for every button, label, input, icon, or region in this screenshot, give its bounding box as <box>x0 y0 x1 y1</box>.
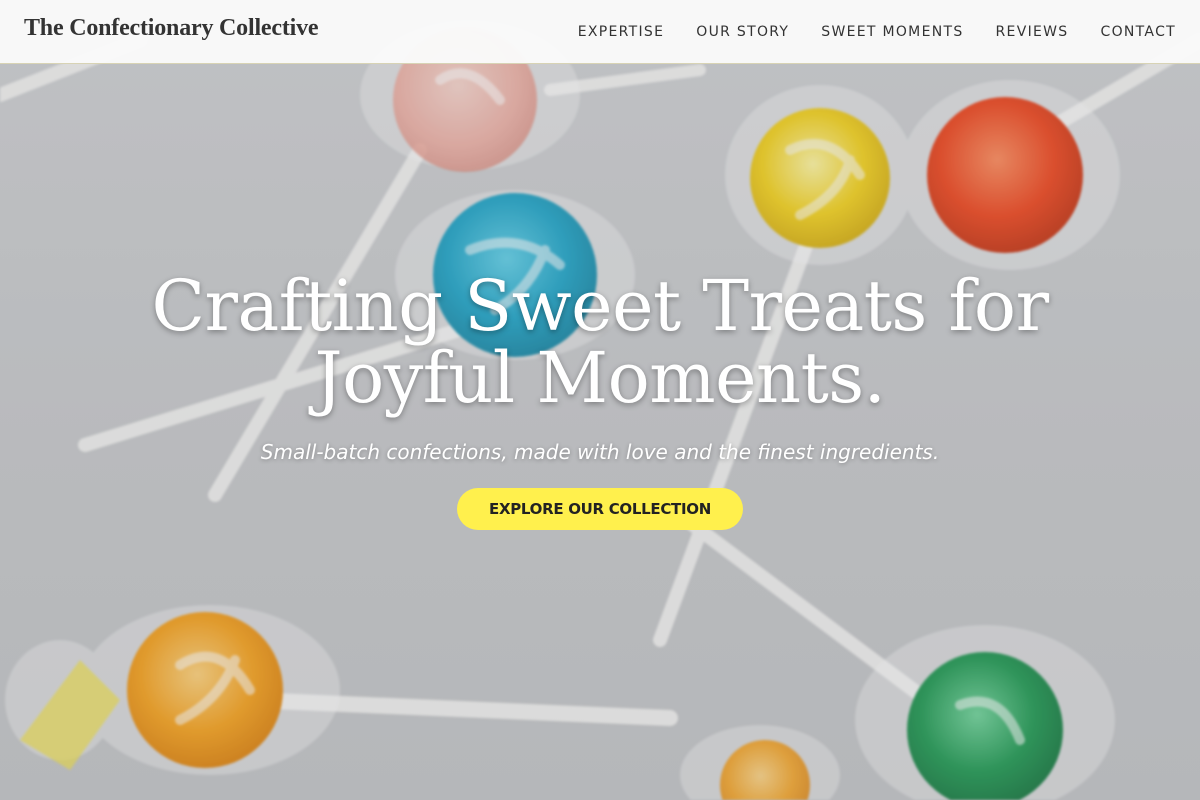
nav-item-sweet-moments: SWEET MOMENTS <box>821 23 963 41</box>
hero-content: Crafting Sweet Treats for Joyful Moments… <box>0 270 1200 530</box>
nav-item-our-story: OUR STORY <box>696 23 789 41</box>
nav-menu: EXPERTISE OUR STORY SWEET MOMENTS REVIEW… <box>578 0 1176 64</box>
nav-link-contact[interactable]: CONTACT <box>1101 24 1177 40</box>
top-navbar: The Confectionary Collective EXPERTISE O… <box>0 0 1200 64</box>
hero-title: Crafting Sweet Treats for Joyful Moments… <box>151 265 1049 419</box>
explore-collection-button[interactable]: EXPLORE OUR COLLECTION <box>457 488 743 530</box>
nav-link-sweet-moments[interactable]: SWEET MOMENTS <box>821 24 963 40</box>
nav-item-contact: CONTACT <box>1101 23 1177 41</box>
nav-link-reviews[interactable]: REVIEWS <box>996 24 1069 40</box>
nav-link-expertise[interactable]: EXPERTISE <box>578 24 665 40</box>
hero-subtitle: Small-batch confections, made with love … <box>260 440 940 464</box>
nav-item-reviews: REVIEWS <box>996 23 1069 41</box>
nav-item-expertise: EXPERTISE <box>578 23 665 41</box>
brand-logo-link[interactable]: The Confectionary Collective <box>24 15 319 42</box>
nav-link-our-story[interactable]: OUR STORY <box>696 24 789 40</box>
